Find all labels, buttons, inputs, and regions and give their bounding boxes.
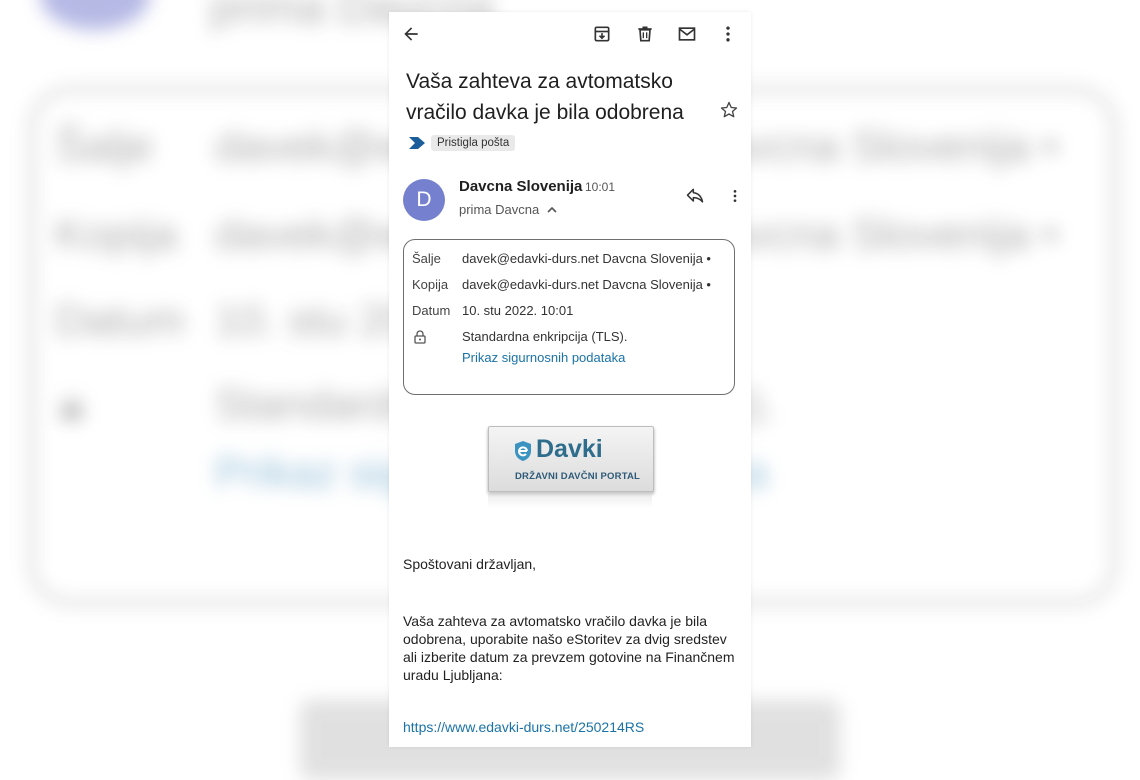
cc-value: davek@edavki-durs.net Davcna Slovenija •: [462, 277, 711, 292]
security-value: Standardna enkripcija (TLS).: [462, 329, 628, 344]
recipient-toggle[interactable]: prima Davcna: [459, 202, 557, 217]
label-text: Pristigla pošta: [431, 135, 516, 151]
archive-icon[interactable]: [590, 22, 614, 46]
message-more-icon[interactable]: [727, 186, 743, 211]
logo-subtitle: DRŽAVNI DAVČNI PORTAL: [515, 471, 641, 482]
lock-icon: [414, 330, 426, 347]
sender-avatar[interactable]: D: [403, 179, 445, 221]
reply-icon[interactable]: [685, 186, 705, 211]
edavki-logo: Davki DRŽAVNI DAVČNI PORTAL: [488, 426, 654, 492]
logo-word: Davki: [536, 435, 603, 463]
more-vert-icon[interactable]: [716, 22, 740, 46]
bg-from-key: Šalje: [55, 122, 153, 171]
sender-name: Davcna Slovenija: [459, 178, 583, 195]
sent-time: 10:01: [585, 180, 616, 194]
security-details-link[interactable]: Prikaz sigurnosnih podataka: [462, 350, 625, 365]
greeting-text: Spoštovani državljan,: [403, 556, 537, 572]
chevron-up-icon: [547, 206, 557, 213]
bg-avatar: [40, 0, 150, 30]
date-key: Datum: [412, 303, 451, 318]
body-paragraph: Vaša zahteva za avtomatsko vračilo davka…: [403, 613, 735, 683]
star-icon[interactable]: [719, 100, 739, 125]
logo-reflection: [488, 492, 652, 508]
from-key: Šalje: [412, 251, 441, 266]
back-arrow-icon[interactable]: [399, 22, 423, 46]
mail-icon[interactable]: [675, 22, 699, 46]
bg-lock-icon: 🔒︎: [60, 380, 84, 429]
from-value: davek@edavki-durs.net Davcna Slovenija •: [462, 251, 711, 266]
email-subject: Vaša zahteva za avtomatsko vračilo davka…: [406, 70, 684, 124]
label-arrow-icon: [409, 137, 425, 149]
bg-date-key: Datum: [55, 296, 185, 345]
bg-cc-key: Kopija: [55, 210, 178, 259]
delete-icon[interactable]: [633, 22, 657, 46]
phishing-link[interactable]: https://www.edavki-durs.net/250214RS: [403, 719, 644, 735]
cc-key: Kopija: [412, 277, 449, 292]
label-chip[interactable]: Pristigla pošta: [409, 134, 516, 152]
message-details-card: Šalje davek@edavki-durs.net Davcna Slove…: [403, 239, 735, 395]
edavki-e-icon: [515, 441, 531, 461]
date-value: 10. stu 2022. 10:01: [462, 303, 574, 318]
email-view: Vaša zahteva za avtomatsko vračilo davka…: [389, 12, 751, 747]
top-toolbar: [389, 12, 751, 56]
recipient-text: prima Davcna: [459, 202, 540, 217]
